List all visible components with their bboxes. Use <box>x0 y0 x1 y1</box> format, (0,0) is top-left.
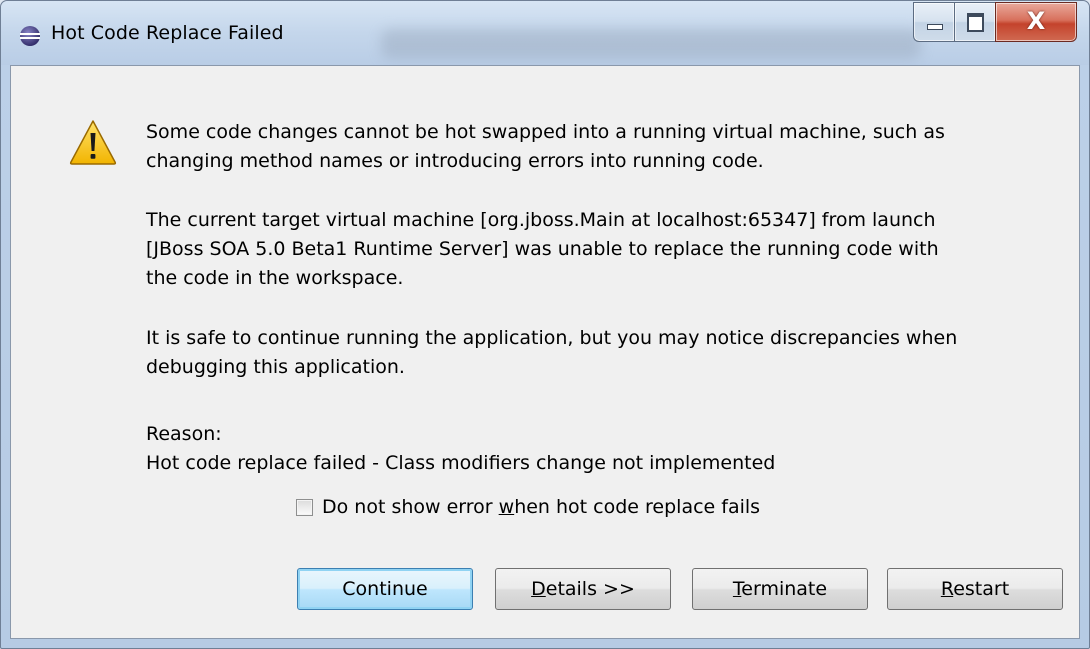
dialog-window: Hot Code Replace Failed X Some code chan… <box>0 0 1090 649</box>
suppress-error-label[interactable]: Do not show error when hot code replace … <box>322 496 760 518</box>
details-button[interactable]: Details >> <box>495 568 671 610</box>
warning-icon <box>69 120 117 165</box>
suppress-error-checkbox[interactable] <box>296 498 313 516</box>
continue-button[interactable]: Continue <box>297 568 473 610</box>
terminate-button[interactable]: Terminate <box>692 568 868 610</box>
restart-button[interactable]: Restart <box>887 568 1063 610</box>
dialog-body: Some code changes cannot be hot swapped … <box>10 65 1080 639</box>
reason-text: Hot code replace failed - Class modifier… <box>146 452 776 474</box>
caption-buttons: X <box>913 2 1077 42</box>
close-icon: X <box>1026 7 1046 35</box>
close-button[interactable]: X <box>995 2 1077 42</box>
minimize-button[interactable] <box>913 2 954 42</box>
terminate-button-label: Terminate <box>732 578 828 600</box>
title-bar[interactable]: Hot Code Replace Failed X <box>1 1 1089 65</box>
window-title: Hot Code Replace Failed <box>51 22 284 44</box>
suppress-error-option[interactable]: Do not show error when hot code replace … <box>296 496 760 518</box>
continue-button-label: Continue <box>342 578 428 600</box>
details-button-label: Details >> <box>531 578 635 600</box>
minimize-icon <box>927 24 943 30</box>
maximize-icon <box>967 13 984 32</box>
reason-label: Reason: <box>146 423 222 445</box>
message-paragraph-2: The current target virtual machine [org.… <box>146 209 939 289</box>
eclipse-icon <box>20 26 40 46</box>
message-paragraph-3: It is safe to continue running the appli… <box>146 327 958 378</box>
background-blur <box>381 29 921 59</box>
restart-button-label: Restart <box>940 578 1010 600</box>
message-paragraph-1: Some code changes cannot be hot swapped … <box>146 121 945 172</box>
maximize-button[interactable] <box>954 2 995 42</box>
